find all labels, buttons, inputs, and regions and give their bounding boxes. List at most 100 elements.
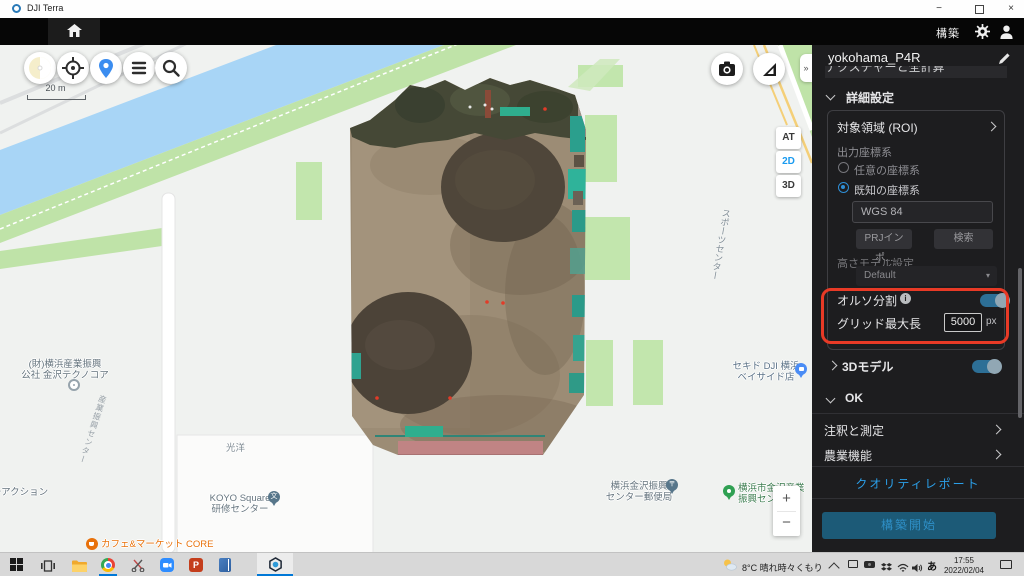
notebook-app-button[interactable] [219, 558, 231, 572]
zoom-out-button[interactable]: − [773, 511, 800, 536]
ortho-split-row: オルソ分割 i [837, 292, 997, 308]
section-ok[interactable]: OK [812, 389, 1024, 409]
search-coord-button[interactable]: 検索 [934, 229, 993, 249]
snipping-tool-button[interactable] [131, 558, 145, 576]
ortho-split-toggle[interactable] [980, 294, 1008, 307]
weather-desc: 晴れ時々くもり [760, 563, 823, 573]
screenshot-button[interactable] [711, 53, 743, 85]
zoom-in-button[interactable]: + [773, 486, 800, 511]
task-view-button[interactable] [41, 559, 55, 576]
height-model-select[interactable]: Default ▾ [856, 266, 997, 286]
divider [812, 498, 1024, 499]
model-3d-toggle[interactable] [972, 360, 1000, 373]
section-advanced-settings[interactable]: 詳細設定 [825, 89, 1015, 105]
taskbar: P 8°C 晴れ時々くもり あ [0, 552, 1024, 576]
weather-icon[interactable] [722, 558, 737, 576]
radio-selected-icon [838, 182, 849, 193]
start-button[interactable] [10, 558, 23, 576]
agriculture-row[interactable]: 農業機能 [812, 442, 1024, 466]
start-build-button[interactable]: 構築開始 [822, 512, 996, 539]
cafe-pin-icon[interactable] [86, 538, 98, 550]
advanced-settings-box: 対象領域 (ROI) 出力座標系 任意の座標系 既知の座標系 WGS 84 PR… [827, 110, 1005, 350]
poi-label-techno-core: (財)横浜産業振興公社 金沢テクノコア [10, 359, 120, 381]
chevron-right-icon [828, 361, 838, 371]
grid-max-unit: px [986, 316, 997, 327]
tray-device-icon[interactable] [848, 560, 858, 568]
annotation-measure-row[interactable]: 注釈と測定 [812, 417, 1024, 441]
poi-label-action: ーアクション [0, 487, 48, 498]
home-button[interactable] [48, 18, 100, 45]
action-center-icon[interactable] [1000, 560, 1012, 569]
search-button[interactable] [155, 52, 187, 84]
caret-down-icon: ▾ [986, 266, 990, 286]
compass-button[interactable] [24, 52, 56, 84]
view-mode-3d[interactable]: 3D [776, 175, 801, 197]
powerpoint-button[interactable]: P [189, 558, 203, 572]
measure-button[interactable] [753, 53, 785, 85]
layers-list-button[interactable] [123, 52, 155, 84]
windows-icon [10, 558, 23, 571]
toggle-knob [995, 293, 1010, 308]
tray-expand-chevron-icon[interactable] [828, 562, 839, 573]
user-icon [999, 24, 1014, 39]
school-pin-icon[interactable]: 文 [268, 491, 280, 503]
clock[interactable]: 17:55 2022/02/04 [938, 556, 990, 575]
clock-date: 2022/02/04 [938, 566, 990, 576]
chrome-button[interactable] [101, 558, 115, 572]
weather-widget[interactable]: 8°C 晴れ時々くもり [742, 561, 823, 574]
window-titlebar: DJI Terra − × [0, 0, 1024, 18]
gear-icon [975, 24, 990, 39]
tray-volume-icon[interactable] [912, 560, 923, 576]
prj-import-button[interactable]: PRJインポ... [856, 229, 912, 249]
info-icon[interactable]: i [900, 293, 911, 304]
scrolled-option-row[interactable]: テクスチャーと全計算 [825, 66, 1007, 78]
zoom-app-button[interactable] [160, 558, 174, 572]
view-mode-at[interactable]: AT [776, 127, 801, 149]
collapse-panel-tab[interactable]: » [800, 54, 812, 82]
close-icon: × [1008, 3, 1014, 14]
post-pin-icon[interactable]: 〒 [666, 479, 678, 491]
tray-camera-icon[interactable] [864, 561, 875, 568]
quality-report-link[interactable]: クオリティレポート [812, 475, 1024, 492]
poi-ring-icon[interactable] [68, 379, 80, 391]
coord-system-input[interactable]: WGS 84 [852, 201, 993, 223]
list-icon [123, 52, 155, 84]
folder-icon [72, 560, 87, 572]
minimize-icon: − [936, 3, 942, 14]
build-menu[interactable]: 構築 [936, 25, 960, 41]
pencil-icon [998, 52, 1011, 65]
search-icon [155, 52, 187, 84]
file-explorer-button[interactable] [72, 559, 87, 576]
clock-time: 17:55 [938, 556, 990, 566]
chevron-down-icon [826, 394, 836, 404]
ime-indicator[interactable]: あ [927, 558, 937, 573]
tray-wifi-icon[interactable] [897, 560, 909, 576]
zoom-control: + − [773, 486, 800, 536]
toggle-knob [987, 359, 1002, 374]
scale-label: 20 m [27, 83, 84, 93]
locate-button[interactable] [57, 52, 89, 84]
minimize-button[interactable]: − [922, 0, 956, 18]
dji-terra-taskbar-button[interactable] [257, 553, 293, 576]
tray-dropbox-icon[interactable] [881, 560, 892, 576]
shop-pin-icon[interactable] [795, 363, 807, 375]
settings-button[interactable] [975, 24, 990, 44]
account-button[interactable] [999, 24, 1014, 44]
orthomosaic [344, 78, 600, 457]
grid-max-input[interactable]: 5000 [944, 313, 982, 332]
map-viewport[interactable]: » 20 m AT 2D 3D (財)横浜産業振興公社 金沢テクノコア 産業振興… [0, 45, 812, 553]
chevron-right-icon [992, 425, 1002, 435]
task-view-icon [41, 560, 55, 572]
view-mode-2d[interactable]: 2D [776, 151, 801, 173]
section-3d-model[interactable]: 3Dモデル [812, 355, 1024, 377]
marker-button[interactable] [90, 52, 122, 84]
close-button[interactable]: × [994, 0, 1024, 18]
panel-scrollbar[interactable] [1018, 268, 1022, 418]
roi-row[interactable]: 対象領域 (ROI) [837, 119, 997, 135]
divider [812, 466, 1024, 467]
crosshair-icon [57, 52, 89, 84]
maximize-button[interactable] [962, 0, 996, 18]
window-title: DJI Terra [27, 3, 63, 13]
scissors-icon [131, 558, 145, 572]
divider [812, 413, 1024, 414]
